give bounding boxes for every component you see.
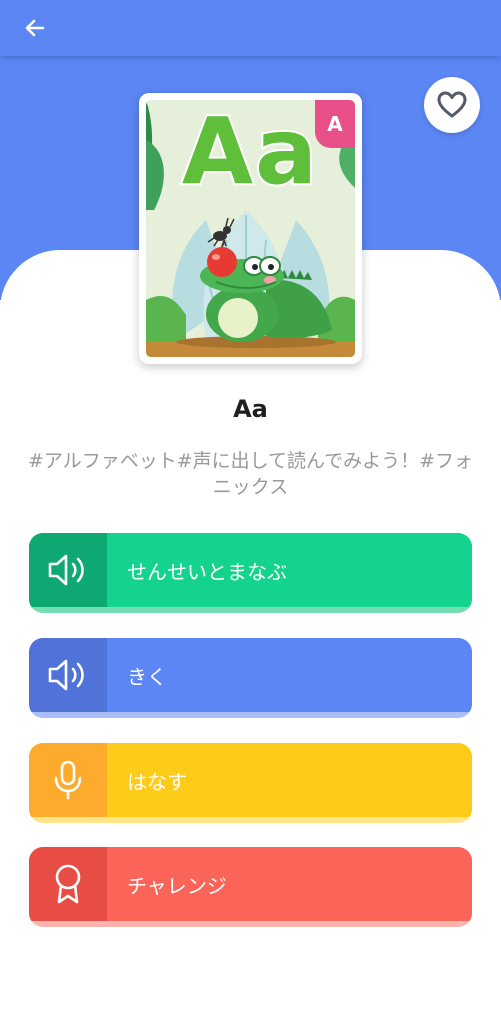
- speaker-icon: [29, 533, 107, 607]
- challenge-button[interactable]: チャレンジ: [29, 847, 472, 927]
- listen-button[interactable]: きく: [29, 638, 472, 718]
- letter-card[interactable]: Aa A: [139, 93, 362, 364]
- phonics-lesson-screen: Aa A Aa #アルファベット#声に出して読んでみよう！#フォニックス せんせ…: [0, 0, 501, 1024]
- heart-outline-icon: [437, 91, 467, 118]
- speak-button[interactable]: はなす: [29, 743, 472, 823]
- action-label: はなす: [107, 743, 472, 817]
- learn-with-teacher-button[interactable]: せんせいとまなぶ: [29, 533, 472, 613]
- card-illustration: Aa A: [146, 100, 355, 357]
- microphone-icon: [29, 743, 107, 817]
- favorite-button[interactable]: [424, 77, 480, 133]
- action-label: きく: [107, 638, 472, 712]
- action-label: チャレンジ: [107, 847, 472, 921]
- letter-badge: A: [315, 100, 355, 148]
- arrow-left-icon: [25, 19, 45, 37]
- award-ribbon-icon: [29, 847, 107, 921]
- letter-title: Aa: [233, 395, 268, 423]
- speaker-icon: [29, 638, 107, 712]
- back-button[interactable]: [18, 12, 52, 44]
- action-label: せんせいとまなぶ: [107, 533, 472, 607]
- hashtags: #アルファベット#声に出して読んでみよう！#フォニックス: [27, 450, 474, 498]
- app-header: [0, 0, 501, 56]
